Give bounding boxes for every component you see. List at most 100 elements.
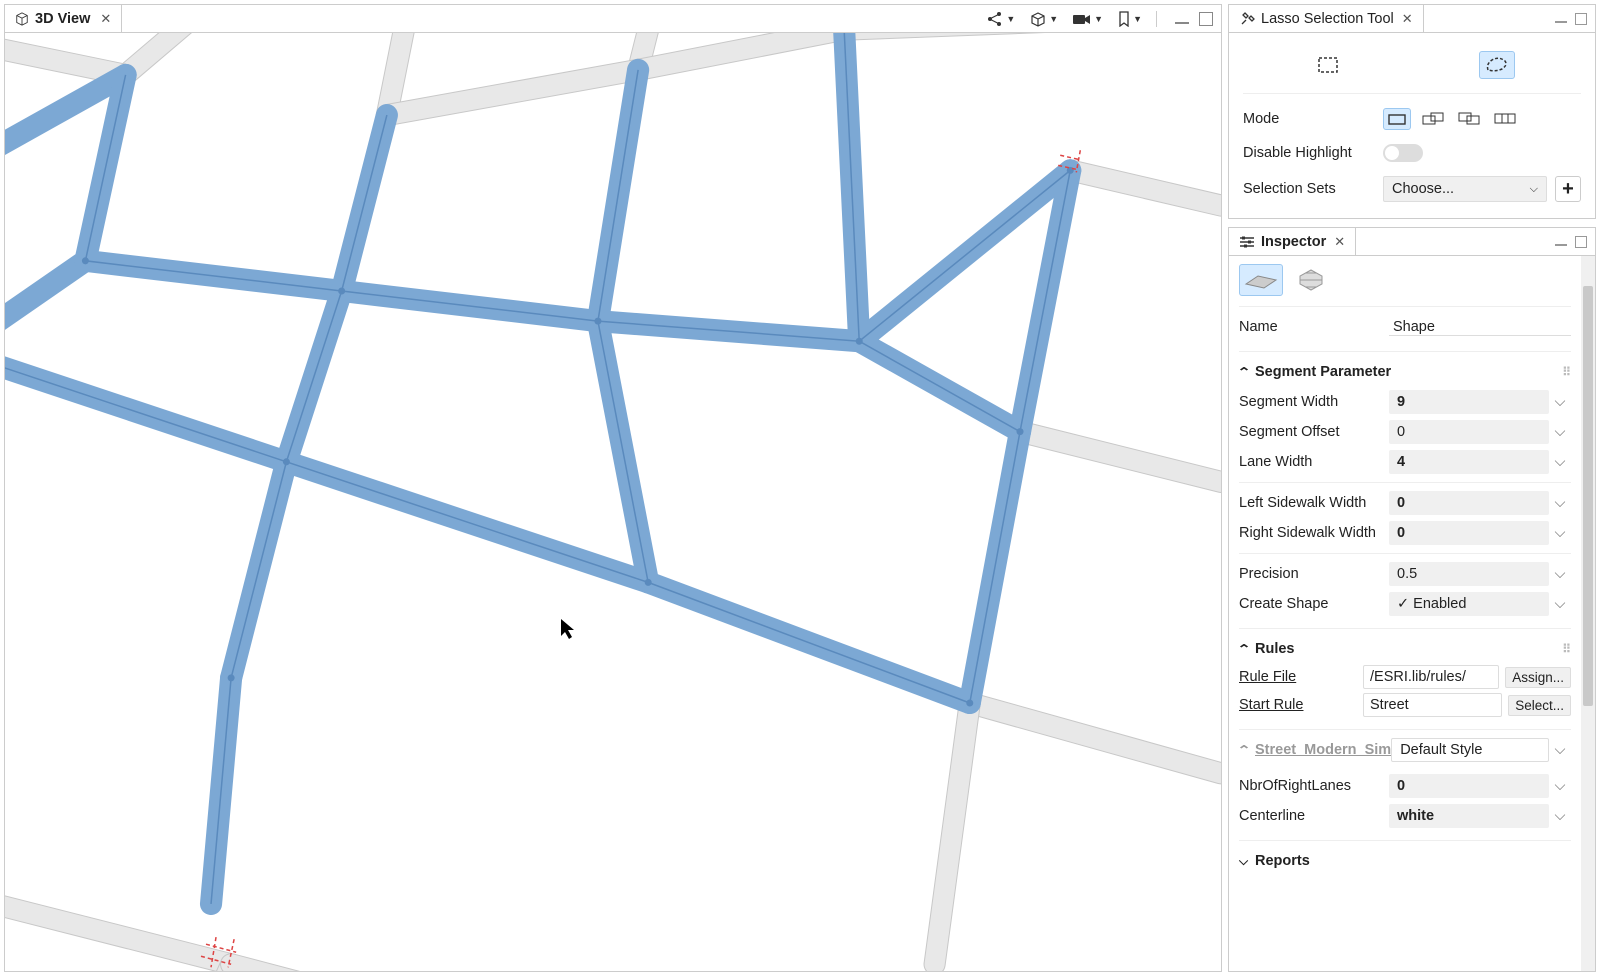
name-value[interactable]: Shape [1389, 319, 1571, 336]
right-sidewalk-field[interactable]: 0 [1389, 521, 1549, 545]
chevron-up-icon [1239, 642, 1255, 656]
camera-icon [1072, 12, 1092, 26]
package-icon [1029, 11, 1047, 27]
left-sidewalk-label: Left Sidewalk Width [1239, 495, 1389, 511]
rule-file-assign-button[interactable]: Assign... [1505, 667, 1571, 688]
mode-subtract-button[interactable] [1455, 108, 1483, 130]
viewport-tab-3dview[interactable]: 3D View ✕ [5, 5, 122, 32]
lasso-tab[interactable]: Lasso Selection Tool ✕ [1229, 5, 1424, 32]
marquee-icon [1317, 56, 1339, 74]
inspector-panel: Inspector ✕ [1228, 227, 1596, 972]
close-icon[interactable]: ✕ [1334, 234, 1345, 250]
segment-offset-field[interactable]: 0 [1389, 420, 1549, 444]
minimize-button[interactable] [1555, 244, 1567, 246]
street-modern-style-field[interactable]: Default Style [1391, 738, 1549, 762]
segment-parameter-section-header[interactable]: Segment Parameter ⠿ [1239, 358, 1571, 386]
nbr-right-lanes-label: NbrOfRightLanes [1239, 778, 1389, 794]
precision-dropdown[interactable]: ⌵ [1549, 566, 1571, 582]
bookmark-dropdown[interactable]: ▼ [1113, 9, 1146, 29]
nbr-right-lanes-field[interactable]: 0 [1389, 774, 1549, 798]
maximize-button[interactable] [1199, 12, 1213, 26]
mode-label: Mode [1243, 111, 1383, 127]
lane-width-dropdown[interactable]: ⌵ [1549, 454, 1571, 470]
close-icon[interactable]: ✕ [100, 11, 111, 27]
viewport-3d[interactable]: .rd-sel{stroke:#7ca8d4;stroke-width:22;f… [5, 33, 1221, 971]
left-sidewalk-field[interactable]: 0 [1389, 491, 1549, 515]
create-shape-label: Create Shape [1239, 596, 1389, 612]
mode-replace-button[interactable] [1383, 108, 1411, 130]
sliders-icon [1239, 235, 1255, 249]
centerline-label: Centerline [1239, 808, 1389, 824]
share-icon [986, 11, 1004, 27]
create-shape-field[interactable]: ✓ Enabled [1389, 592, 1549, 616]
minimize-button[interactable] [1175, 22, 1189, 24]
scrollbar-thumb[interactable] [1583, 286, 1593, 706]
segment-offset-dropdown[interactable]: ⌵ [1549, 424, 1571, 440]
selection-sets-value: Choose... [1392, 181, 1454, 197]
share-dropdown[interactable]: ▼ [982, 9, 1019, 29]
disable-highlight-label: Disable Highlight [1243, 145, 1383, 161]
chevron-up-icon [1239, 365, 1255, 379]
centerline-field[interactable]: white [1389, 804, 1549, 828]
chevron-down-icon: ⌵ [1239, 854, 1255, 869]
start-rule-select-button[interactable]: Select... [1508, 695, 1571, 716]
rule-file-label[interactable]: Rule File [1239, 669, 1357, 685]
street-modern-section-header[interactable]: Street_Modern_Sim [1239, 736, 1391, 764]
disable-highlight-toggle[interactable] [1383, 144, 1423, 162]
chevron-down-icon: ⌵ [1530, 183, 1538, 196]
segment-width-field[interactable]: 9 [1389, 390, 1549, 414]
segment-parameter-title: Segment Parameter [1255, 364, 1391, 380]
start-rule-field[interactable]: Street [1363, 693, 1502, 717]
rules-section-header[interactable]: Rules ⠿ [1239, 635, 1571, 663]
cube-icon [15, 12, 29, 26]
lasso-select-button[interactable] [1479, 51, 1515, 79]
centerline-dropdown[interactable]: ⌵ [1549, 808, 1571, 824]
rules-title: Rules [1255, 641, 1295, 657]
rect-icon [1387, 112, 1407, 126]
minimize-button[interactable] [1555, 21, 1567, 23]
drag-handle-icon[interactable]: ⠿ [1562, 365, 1571, 379]
rects-sub-icon [1458, 112, 1480, 126]
start-rule-label[interactable]: Start Rule [1239, 697, 1357, 713]
street-modern-style-dropdown[interactable]: ⌵ [1549, 742, 1571, 758]
rects-int-icon [1494, 112, 1516, 126]
right-sidewalk-dropdown[interactable]: ⌵ [1549, 525, 1571, 541]
package-dropdown[interactable]: ▼ [1025, 9, 1062, 29]
create-shape-dropdown[interactable]: ⌵ [1549, 596, 1571, 612]
inspector-scrollbar[interactable] [1581, 256, 1595, 971]
segment-icon [1244, 270, 1278, 290]
add-selection-set-button[interactable]: + [1555, 176, 1581, 202]
mode-intersect-button[interactable] [1491, 108, 1519, 130]
viewport-tab-label: 3D View [35, 11, 90, 27]
marquee-select-button[interactable] [1310, 51, 1346, 79]
segment-offset-label: Segment Offset [1239, 424, 1389, 440]
precision-field[interactable]: 0.5 [1389, 562, 1549, 586]
segment-width-label: Segment Width [1239, 394, 1389, 410]
lasso-icon [1485, 56, 1509, 74]
segment-width-dropdown[interactable]: ⌵ [1549, 394, 1571, 410]
reports-section-header[interactable]: ⌵ Reports [1239, 847, 1571, 875]
left-sidewalk-dropdown[interactable]: ⌵ [1549, 495, 1571, 511]
shape-segment-button[interactable] [1239, 264, 1283, 296]
selection-sets-dropdown[interactable]: Choose... ⌵ [1383, 176, 1547, 202]
precision-label: Precision [1239, 566, 1389, 582]
viewport-tabbar: 3D View ✕ ▼ ▼ ▼ ▼ [5, 5, 1221, 33]
cursor-icon [560, 618, 1221, 971]
name-label: Name [1239, 319, 1389, 335]
maximize-button[interactable] [1575, 236, 1587, 248]
bookmark-icon [1117, 11, 1131, 27]
maximize-button[interactable] [1575, 13, 1587, 25]
camera-dropdown[interactable]: ▼ [1068, 10, 1107, 28]
reports-title: Reports [1255, 853, 1310, 869]
shape-node-button[interactable] [1289, 264, 1333, 296]
inspector-tab[interactable]: Inspector ✕ [1229, 228, 1356, 255]
lane-width-field[interactable]: 4 [1389, 450, 1549, 474]
lasso-panel: Lasso Selection Tool ✕ [1228, 4, 1596, 219]
selection-sets-label: Selection Sets [1243, 181, 1383, 197]
drag-handle-icon[interactable]: ⠿ [1562, 642, 1571, 656]
nbr-right-lanes-dropdown[interactable]: ⌵ [1549, 778, 1571, 794]
viewport-panel: 3D View ✕ ▼ ▼ ▼ ▼ [4, 4, 1222, 972]
mode-add-button[interactable] [1419, 108, 1447, 130]
close-icon[interactable]: ✕ [1402, 11, 1413, 27]
rule-file-field[interactable]: /ESRI.lib/rules/ [1363, 665, 1499, 689]
